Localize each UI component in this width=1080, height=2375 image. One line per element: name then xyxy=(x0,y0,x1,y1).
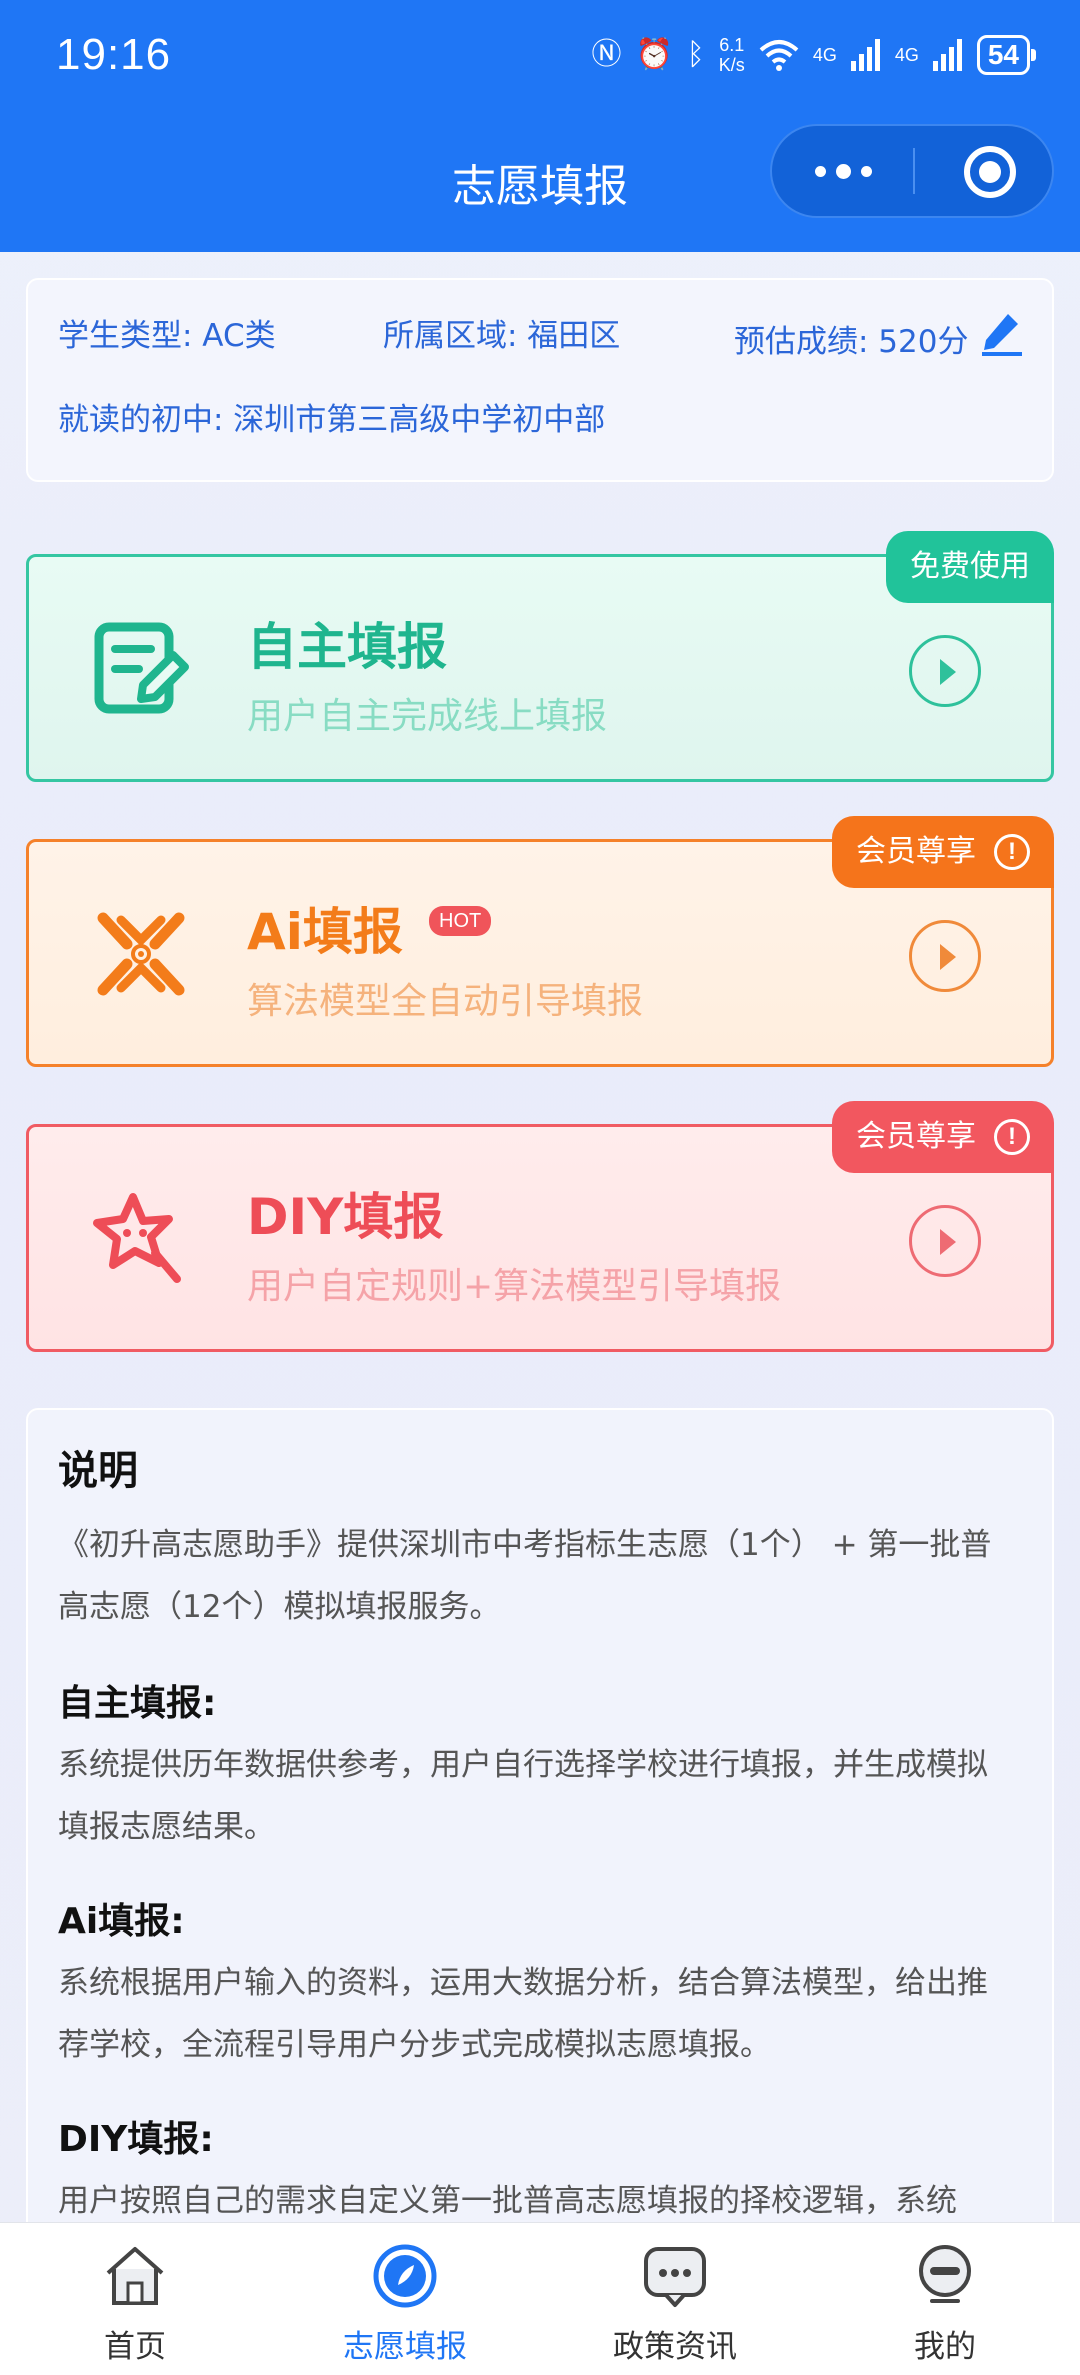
tag-label: 免费使用 xyxy=(910,549,1030,584)
tab-label: 首页 xyxy=(104,2329,166,2365)
close-miniprogram-icon[interactable] xyxy=(964,146,1016,198)
section-text: 系统提供历年数据供参考，用户自行选择学校进行填报，并生成模拟填报志愿结果。 xyxy=(58,1747,988,1845)
network-type-1: 4G xyxy=(812,45,837,65)
network-speed-unit: K/s xyxy=(718,55,745,75)
student-type: 学生类型: AC类 xyxy=(58,318,276,354)
free-tag: 免费使用 xyxy=(886,531,1054,603)
app-header: 19:16 Ⓝ ⏰ ᛒ 6.1 K/s 4G 4G 54 志愿填报 xyxy=(0,0,1080,252)
chat-bubble-icon xyxy=(644,2247,706,2307)
edit-form-icon xyxy=(94,622,189,714)
section-title: 自主填报: xyxy=(58,1683,217,1724)
estimated-score: 预估成绩: 520分 xyxy=(734,324,969,360)
student-region: 所属区域: 福田区 xyxy=(383,318,621,354)
option-subtitle: 用户自定规则+算法模型引导填报 xyxy=(247,1266,782,1307)
bottom-tab-bar: 首页 志愿填报 政策资讯 我的 xyxy=(0,2222,1080,2375)
tab-label: 政策资讯 xyxy=(613,2329,737,2365)
battery-indicator: 54 xyxy=(976,35,1037,75)
member-tag: 会员尊享 ! xyxy=(832,1101,1054,1173)
member-tag: 会员尊享 ! xyxy=(832,816,1054,888)
info-icon[interactable]: ! xyxy=(994,1119,1030,1155)
status-icons: Ⓝ ⏰ ᛒ 6.1 K/s 4G 4G 54 xyxy=(591,30,1037,80)
bluetooth-icon: ᛒ xyxy=(686,38,705,71)
tab-policy[interactable]: 政策资讯 xyxy=(540,2223,810,2375)
ai-cross-icon xyxy=(97,912,185,996)
network-type-2: 4G xyxy=(894,45,919,65)
option-title: DIY填报 xyxy=(247,1188,444,1246)
dot-icon xyxy=(835,163,851,179)
nfc-icon: Ⓝ xyxy=(591,38,622,71)
network-speed: 6.1 K/s xyxy=(719,35,745,75)
status-bar: 19:16 Ⓝ ⏰ ᛒ 6.1 K/s 4G 4G 54 xyxy=(0,0,1080,110)
wifi-icon xyxy=(759,40,799,71)
compass-icon xyxy=(373,2244,437,2308)
ai-fill-card[interactable]: Ai填报 HOT 算法模型全自动引导填报 会员尊享 ! xyxy=(26,816,1054,1067)
profile-icon xyxy=(919,2245,971,2303)
capsule-divider xyxy=(913,148,915,194)
section-text: 系统根据用户输入的资料，运用大数据分析，结合算法模型，给出推荐学校，全流程引导用… xyxy=(58,1965,988,2063)
miniprogram-capsule xyxy=(770,124,1054,218)
play-arrow-icon[interactable] xyxy=(909,1205,981,1277)
more-menu-button[interactable] xyxy=(772,126,914,216)
option-subtitle: 算法模型全自动引导填报 xyxy=(247,981,644,1022)
option-title: 自主填报 xyxy=(247,618,447,676)
play-arrow-icon[interactable] xyxy=(909,920,981,992)
play-arrow-icon[interactable] xyxy=(909,635,981,707)
edit-score-icon[interactable] xyxy=(978,308,1026,356)
tab-label: 我的 xyxy=(914,2329,976,2365)
tab-mine[interactable]: 我的 xyxy=(810,2223,1080,2375)
option-subtitle: 用户自主完成线上填报 xyxy=(247,696,608,737)
dot-icon xyxy=(860,165,872,177)
signal-icon-2 xyxy=(932,39,962,71)
tag-label: 会员尊享 xyxy=(856,834,976,869)
description-intro: 《初升高志愿助手》提供深圳市中考指标生志愿（1个） + 第一批普高志愿（12个）… xyxy=(58,1527,992,1625)
hot-badge: HOT xyxy=(429,906,492,936)
student-info-card: 学生类型: AC类 所属区域: 福田区 预估成绩: 520分 就读的初中: 深圳… xyxy=(26,278,1054,482)
signal-icon-1 xyxy=(850,39,880,71)
section-title: DIY填报: xyxy=(58,2119,214,2160)
status-time: 19:16 xyxy=(56,30,172,79)
tab-home[interactable]: 首页 xyxy=(0,2223,270,2375)
description-heading: 说明 xyxy=(58,1448,138,1494)
student-school: 就读的初中: 深圳市第三高级中学初中部 xyxy=(58,402,606,438)
star-wand-icon xyxy=(93,1193,181,1283)
self-fill-card[interactable]: 自主填报 用户自主完成线上填报 免费使用 xyxy=(26,531,1054,782)
diy-fill-card[interactable]: DIY填报 用户自定规则+算法模型引导填报 会员尊享 ! xyxy=(26,1101,1054,1352)
tab-label: 志愿填报 xyxy=(343,2329,467,2365)
network-speed-value: 6.1 xyxy=(719,35,745,55)
tag-label: 会员尊享 xyxy=(856,1119,976,1154)
alarm-icon: ⏰ xyxy=(635,38,673,71)
section-title: Ai填报: xyxy=(58,1901,185,1942)
dot-icon xyxy=(814,165,826,177)
tab-volunteer[interactable]: 志愿填报 xyxy=(270,2223,540,2375)
home-icon xyxy=(106,2247,164,2305)
option-title: Ai填报 xyxy=(247,903,403,961)
info-icon[interactable]: ! xyxy=(994,834,1030,870)
